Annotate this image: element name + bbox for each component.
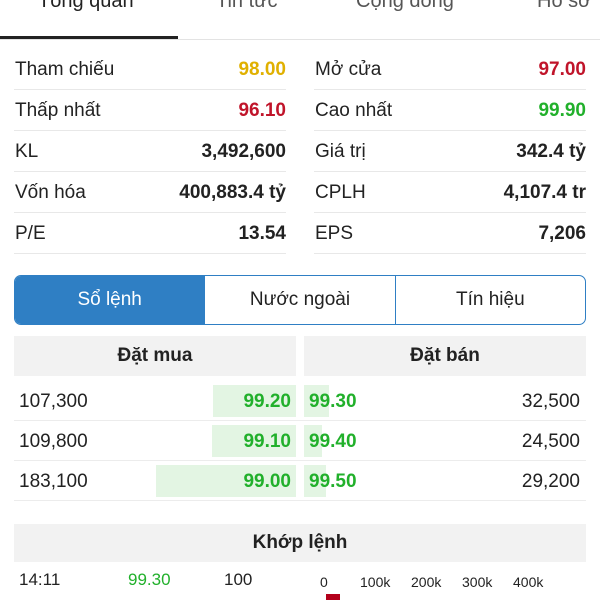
stat-pe: P/E 13.54 — [14, 214, 286, 254]
volume-axis-tick: 100k — [360, 574, 391, 590]
segment-foreign[interactable]: Nước ngoài — [204, 276, 394, 324]
stock-stats: Tham chiếu 98.00 Mở cửa 97.00 Thấp nhất … — [14, 50, 586, 255]
stat-value: 97.00 — [538, 59, 586, 80]
sell-quantity: 24,500 — [521, 431, 580, 452]
sell-price: 99.40 — [309, 431, 357, 452]
tab-profile[interactable]: Hồ sơ — [537, 0, 591, 13]
orderbook-row: 183,100 99.00 99.50 29,200 — [14, 461, 586, 501]
stat-value: 400,883.4 tỷ — [179, 182, 286, 203]
stat-row: Thấp nhất 96.10 Cao nhất 99.90 — [14, 91, 586, 132]
stat-eps: EPS 7,206 — [314, 214, 586, 254]
stat-value: 7,206 — [538, 223, 586, 244]
buy-orders-header: Đặt mua — [14, 336, 296, 376]
buy-quantity: 109,800 — [19, 431, 88, 452]
match-volume: 100 — [224, 570, 253, 589]
buy-quantity: 107,300 — [19, 391, 88, 412]
matched-order-row: 14:11 99.30 100 — [14, 568, 284, 592]
stat-row: P/E 13.54 EPS 7,206 — [14, 214, 586, 255]
buy-price: 99.10 — [243, 431, 291, 452]
volume-axis-tick: 200k — [411, 574, 442, 590]
stat-row: Vốn hóa 400,883.4 tỷ CPLH 4,107.4 tr — [14, 173, 586, 214]
stat-label: Vốn hóa — [15, 182, 86, 203]
stat-value: 98.00 — [238, 59, 286, 80]
tab-overview[interactable]: Tổng quan — [38, 0, 134, 13]
stat-label: KL — [15, 141, 39, 162]
stat-open: Mở cửa 97.00 — [314, 50, 586, 90]
stat-row: KL 3,492,600 Giá trị 342.4 tỷ — [14, 132, 586, 173]
stat-low: Thấp nhất 96.10 — [14, 91, 286, 131]
stat-label: Giá trị — [315, 141, 366, 162]
segment-signals[interactable]: Tín hiệu — [394, 276, 585, 324]
stat-label: CPLH — [315, 182, 366, 203]
stat-label: P/E — [15, 223, 46, 244]
stat-value: 342.4 tỷ — [516, 141, 586, 162]
stat-value: 96.10 — [238, 100, 286, 121]
stat-high: Cao nhất 99.90 — [314, 91, 586, 131]
stat-label: Mở cửa — [315, 59, 382, 80]
stat-label: EPS — [315, 223, 354, 244]
sell-price: 99.50 — [309, 471, 357, 492]
tab-news[interactable]: Tin tức — [216, 0, 278, 13]
tab-community[interactable]: Cộng đồng — [356, 0, 454, 13]
sell-price: 99.30 — [309, 391, 357, 412]
top-tab-bar: Tổng quan Tin tức Cộng đồng Hồ sơ — [0, 0, 600, 40]
sell-orders-header: Đặt bán — [304, 336, 586, 376]
stat-volume: KL 3,492,600 — [14, 132, 286, 172]
stat-value: 4,107.4 tr — [503, 182, 586, 203]
volume-axis-tick: 0 — [320, 574, 328, 590]
volume-bar — [326, 594, 340, 600]
stat-value: 3,492,600 — [201, 141, 286, 162]
orderbook-row: 109,800 99.10 99.40 24,500 — [14, 421, 586, 461]
buy-quantity: 183,100 — [19, 471, 88, 492]
stat-value-traded: Giá trị 342.4 tỷ — [314, 132, 586, 172]
stat-label: Tham chiếu — [15, 59, 115, 80]
buy-price: 99.00 — [243, 471, 291, 492]
stat-row: Tham chiếu 98.00 Mở cửa 97.00 — [14, 50, 586, 91]
orderbook-row: 107,300 99.20 99.30 32,500 — [14, 381, 586, 421]
match-time: 14:11 — [19, 570, 61, 589]
row-divider — [14, 500, 586, 501]
active-tab-indicator — [0, 36, 178, 39]
orderbook-segmented-control: Sổ lệnh Nước ngoài Tín hiệu — [14, 275, 586, 325]
volume-axis-tick: 400k — [513, 574, 544, 590]
sell-quantity: 29,200 — [521, 471, 580, 492]
sell-quantity: 32,500 — [521, 391, 580, 412]
stat-market-cap: Vốn hóa 400,883.4 tỷ — [14, 173, 286, 213]
stat-shares-outstanding: CPLH 4,107.4 tr — [314, 173, 586, 213]
stat-value: 13.54 — [238, 223, 286, 244]
match-price: 99.30 — [128, 570, 171, 589]
stat-label: Cao nhất — [315, 100, 393, 121]
volume-by-price-chart: 0 100k 200k 300k 400k — [300, 570, 586, 600]
stat-label: Thấp nhất — [15, 100, 101, 121]
segment-order-book[interactable]: Sổ lệnh — [15, 276, 205, 324]
matched-orders-header: Khớp lệnh — [14, 524, 586, 562]
volume-axis-tick: 300k — [462, 574, 493, 590]
stat-reference: Tham chiếu 98.00 — [14, 50, 286, 90]
stat-value: 99.90 — [538, 100, 586, 121]
buy-price: 99.20 — [243, 391, 291, 412]
